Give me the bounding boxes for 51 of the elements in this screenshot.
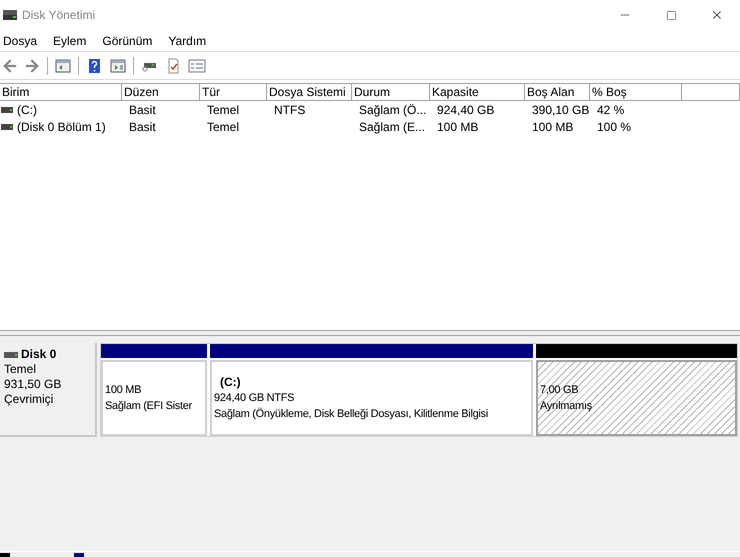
drive-icon <box>1 106 13 112</box>
menu-item[interactable]: Görünüm <box>99 32 156 50</box>
menu-item[interactable]: Yardım <box>165 32 210 50</box>
disk-size: 931,50 GB <box>4 377 62 392</box>
table-cell-text: 100 MB <box>531 118 574 136</box>
panel-icon[interactable] <box>109 58 127 74</box>
partition-block[interactable]: (C:) 924,40 GB NTFS Sağlam (Önyükleme, Disk Belleği Dosyası, Kilitlenme Bilgisi <box>210 344 533 436</box>
partition-block[interactable]: 100 MB Sağlam (EFI Sister <box>101 344 207 436</box>
partition-text: Sağlam (EFI Sister <box>105 399 193 414</box>
window-title: Disk Yönetimi <box>22 7 96 24</box>
menu-item[interactable]: Eylem <box>50 32 90 50</box>
disk-type: Temel <box>4 362 38 377</box>
table-cell-text: (Disk 0 Bölüm 1) <box>17 118 106 136</box>
console-tree-icon[interactable] <box>54 58 72 74</box>
drive-icon <box>1 124 13 130</box>
table-cell-text: 390,10 GB <box>531 102 590 118</box>
partition-text: 7,00 GB <box>540 383 580 398</box>
partition-text: Sağlam (Önyükleme, Disk Belleği Dosyası, Kilitlenme Bilgisi <box>214 406 489 422</box>
table-cell-text: 100 % <box>596 118 632 136</box>
checklist-icon[interactable] <box>188 58 206 74</box>
disk-info-panel[interactable]: Disk 0 Temel 931,50 GB Çevrimiçi <box>0 343 97 437</box>
table-cell-text: 924,40 GB <box>436 102 494 118</box>
column-header[interactable]: Birim <box>0 84 122 100</box>
table-cell-text: 42 % <box>596 102 624 118</box>
column-header[interactable]: Boş Alan <box>525 84 590 100</box>
table-cell-text: Sağlam (E... <box>358 118 426 136</box>
table-cell-text: (C:) <box>17 102 37 118</box>
disk-name: Disk 0 <box>21 347 56 362</box>
column-header[interactable]: Durum <box>352 84 430 100</box>
table-cell-text: Temel <box>206 118 240 136</box>
partition-label: (C:) <box>219 374 242 390</box>
menu-item[interactable]: Dosya <box>0 32 40 50</box>
partition-text: 924,40 GB NTFS <box>214 391 296 406</box>
partition-text: 100 MB <box>105 383 142 398</box>
table-cell-text: Temel <box>206 102 240 118</box>
column-header[interactable]: % Boş <box>590 84 682 100</box>
table-cell-text: Sağlam (Ö... <box>358 102 426 118</box>
column-header[interactable]: Dosya Sistemi <box>267 84 352 100</box>
disk-status: Çevrimiçi <box>4 392 54 407</box>
partition-text: Ayrılmamış <box>540 399 593 414</box>
forward-arrow-icon[interactable] <box>23 56 41 74</box>
disk-drive-icon <box>2 9 18 21</box>
column-header[interactable]: Tür <box>200 84 267 100</box>
table-cell-text: 100 MB <box>436 118 478 136</box>
disk-drive-icon <box>4 352 18 358</box>
table-cell-text: Basit <box>128 102 156 118</box>
table-cell-text: Basit <box>128 118 156 136</box>
table-cell-text: NTFS <box>273 102 306 118</box>
column-header[interactable]: Kapasite <box>430 84 525 100</box>
column-header[interactable]: Düzen <box>122 84 200 100</box>
partition-block[interactable]: 7,00 GB Ayrılmamış <box>536 344 737 436</box>
